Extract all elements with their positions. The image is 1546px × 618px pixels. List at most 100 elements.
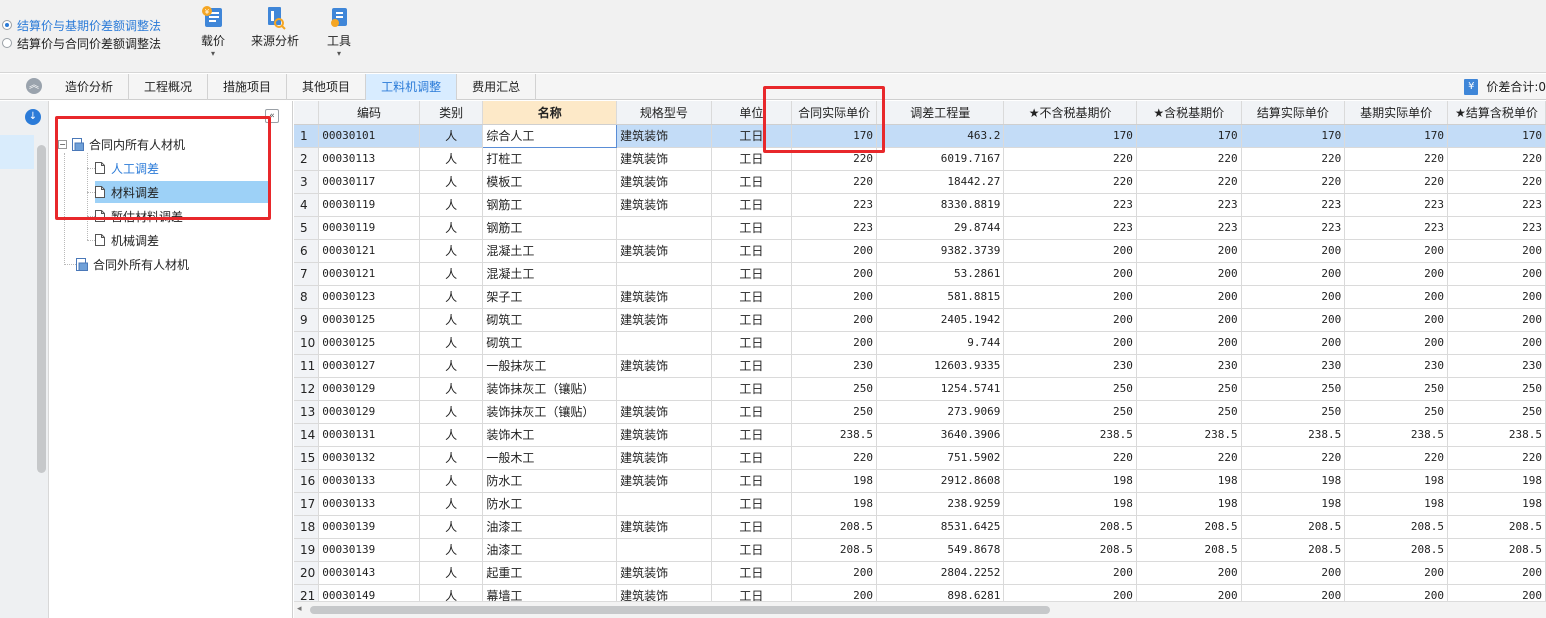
cell-adjust-quantity[interactable]: 463.2 <box>876 124 1005 148</box>
cell-category[interactable]: 人 <box>419 124 484 148</box>
cell-base-price-incl-tax[interactable]: 208.5 <box>1136 538 1242 562</box>
cell-contract-actual-price[interactable]: 200 <box>791 561 878 585</box>
cell-unit[interactable]: 工日 <box>711 308 793 332</box>
cell-settlement-price-incl-tax[interactable]: 198 <box>1447 469 1546 493</box>
cell-category[interactable]: 人 <box>419 377 484 401</box>
cell-name[interactable]: 油漆工 <box>482 515 618 539</box>
cell-contract-actual-price[interactable]: 250 <box>791 400 878 424</box>
cell-unit[interactable]: 工日 <box>711 124 793 148</box>
cell-adjust-quantity[interactable]: 2804.2252 <box>876 561 1005 585</box>
cell-category[interactable]: 人 <box>419 446 484 470</box>
cell-category[interactable]: 人 <box>419 469 484 493</box>
cell-base-price-incl-tax[interactable]: 200 <box>1136 331 1242 355</box>
cell-spec[interactable]: 建筑装饰 <box>616 193 712 217</box>
cell-category[interactable]: 人 <box>419 170 484 194</box>
cell-name[interactable]: 砌筑工 <box>482 331 618 355</box>
tree-node-contract-external[interactable]: 合同外所有人材机 <box>76 254 189 274</box>
cell-settlement-price-incl-tax[interactable]: 223 <box>1447 193 1546 217</box>
cell-spec[interactable] <box>616 216 712 240</box>
cell-base-price-excl-tax[interactable]: 198 <box>1003 492 1137 516</box>
cell-base-price-incl-tax[interactable]: 230 <box>1136 354 1242 378</box>
cell-category[interactable]: 人 <box>419 515 484 539</box>
cell-base-price-incl-tax[interactable]: 200 <box>1136 262 1242 286</box>
cell-base-price-excl-tax[interactable]: 238.5 <box>1003 423 1137 447</box>
cell-code[interactable]: 00030132 <box>318 446 420 470</box>
cell-category[interactable]: 人 <box>419 423 484 447</box>
cell-category[interactable]: 人 <box>419 147 484 171</box>
cell-settlement-price-incl-tax[interactable]: 200 <box>1447 262 1546 286</box>
cell-settlement-price-incl-tax[interactable]: 220 <box>1447 446 1546 470</box>
cell-spec[interactable]: 建筑装饰 <box>616 124 712 148</box>
cell-contract-actual-price[interactable]: 200 <box>791 331 878 355</box>
cell-spec[interactable] <box>616 492 712 516</box>
cell-code[interactable]: 00030123 <box>318 285 420 309</box>
cell-settlement-actual-price[interactable]: 230 <box>1241 354 1346 378</box>
cell-settlement-actual-price[interactable]: 208.5 <box>1241 538 1346 562</box>
cell-base-price-incl-tax[interactable]: 223 <box>1136 193 1242 217</box>
cell-unit[interactable]: 工日 <box>711 354 793 378</box>
cell-spec[interactable]: 建筑装饰 <box>616 423 712 447</box>
row-number[interactable]: 9 <box>294 308 320 332</box>
row-number[interactable]: 3 <box>294 170 320 194</box>
cell-name[interactable]: 架子工 <box>482 285 618 309</box>
cell-unit[interactable]: 工日 <box>711 285 793 309</box>
cell-base-price-excl-tax[interactable]: 198 <box>1003 469 1137 493</box>
cell-spec[interactable]: 建筑装饰 <box>616 354 712 378</box>
column-header-base-price-excl-tax[interactable]: ★不含税基期价 <box>1003 101 1137 125</box>
cell-adjust-quantity[interactable]: 581.8815 <box>876 285 1005 309</box>
cell-contract-actual-price[interactable]: 170 <box>791 124 878 148</box>
cell-base-actual-price[interactable]: 220 <box>1344 170 1448 194</box>
column-header-base-price-incl-tax[interactable]: ★含税基期价 <box>1136 101 1242 125</box>
row-number[interactable]: 17 <box>294 492 320 516</box>
cell-base-price-incl-tax[interactable]: 200 <box>1136 308 1242 332</box>
cell-adjust-quantity[interactable]: 549.8678 <box>876 538 1005 562</box>
cell-base-price-incl-tax[interactable]: 198 <box>1136 469 1242 493</box>
table-row[interactable]: 5 00030119 人钢筋工 工日 223 29.8744 223 223 223 223 223 <box>294 216 1546 240</box>
cell-contract-actual-price[interactable]: 220 <box>791 147 878 171</box>
cell-category[interactable]: 人 <box>419 216 484 240</box>
cell-settlement-actual-price[interactable]: 198 <box>1241 492 1346 516</box>
cell-base-price-incl-tax[interactable]: 220 <box>1136 446 1242 470</box>
cell-settlement-actual-price[interactable]: 200 <box>1241 331 1346 355</box>
table-row[interactable]: 1 00030101 人综合人工 建筑装饰 工日 170 463.2 170 170 170 170… <box>294 123 1546 148</box>
cell-category[interactable]: 人 <box>419 285 484 309</box>
tools-button[interactable]: 工具 ▾ <box>326 4 352 58</box>
cell-code[interactable]: 00030121 <box>318 239 420 263</box>
cell-adjust-quantity[interactable]: 238.9259 <box>876 492 1005 516</box>
column-header-unit[interactable]: 单位 <box>711 101 793 125</box>
table-row[interactable]: 11 00030127 人一般抹灰工 建筑装饰 工日 230 12603.9335 230 23… <box>294 354 1546 378</box>
cell-base-actual-price[interactable]: 200 <box>1344 331 1448 355</box>
cell-settlement-price-incl-tax[interactable]: 198 <box>1447 492 1546 516</box>
tab-other-items[interactable]: 其他项目 <box>287 74 367 100</box>
cell-base-actual-price[interactable]: 223 <box>1344 193 1448 217</box>
row-number[interactable]: 20 <box>294 561 320 585</box>
cell-adjust-quantity[interactable]: 9.744 <box>876 331 1005 355</box>
tab-cost-analysis[interactable]: 造价分析 <box>50 74 130 100</box>
column-header-contract-actual-price[interactable]: 合同实际单价 <box>791 101 878 125</box>
cell-contract-actual-price[interactable]: 230 <box>791 354 878 378</box>
cell-base-price-excl-tax[interactable]: 170 <box>1003 124 1137 148</box>
cell-contract-actual-price[interactable]: 200 <box>791 262 878 286</box>
tab-measure-items[interactable]: 措施项目 <box>208 74 288 100</box>
cell-unit[interactable]: 工日 <box>711 400 793 424</box>
cell-category[interactable]: 人 <box>419 354 484 378</box>
column-header-name[interactable]: 名称 <box>482 101 618 125</box>
cell-settlement-price-incl-tax[interactable]: 230 <box>1447 354 1546 378</box>
cell-base-actual-price[interactable]: 250 <box>1344 377 1448 401</box>
download-arrow-icon[interactable]: ↓ <box>25 109 41 125</box>
cell-adjust-quantity[interactable]: 3640.3906 <box>876 423 1005 447</box>
row-number[interactable]: 19 <box>294 538 320 562</box>
cell-code[interactable]: 00030119 <box>318 216 420 240</box>
cell-base-price-incl-tax[interactable]: 200 <box>1136 561 1242 585</box>
cell-name[interactable]: 砌筑工 <box>482 308 618 332</box>
cell-unit[interactable]: 工日 <box>711 377 793 401</box>
cell-settlement-actual-price[interactable]: 223 <box>1241 193 1346 217</box>
cell-base-price-excl-tax[interactable]: 223 <box>1003 193 1137 217</box>
cell-code[interactable]: 00030129 <box>318 377 420 401</box>
cell-base-actual-price[interactable]: 238.5 <box>1344 423 1448 447</box>
cell-adjust-quantity[interactable]: 1254.5741 <box>876 377 1005 401</box>
tree-node-labor-adjust[interactable]: 人工调差 <box>95 158 159 178</box>
cell-adjust-quantity[interactable]: 29.8744 <box>876 216 1005 240</box>
cell-code[interactable]: 00030133 <box>318 469 420 493</box>
cell-code[interactable]: 00030101 <box>318 124 420 148</box>
